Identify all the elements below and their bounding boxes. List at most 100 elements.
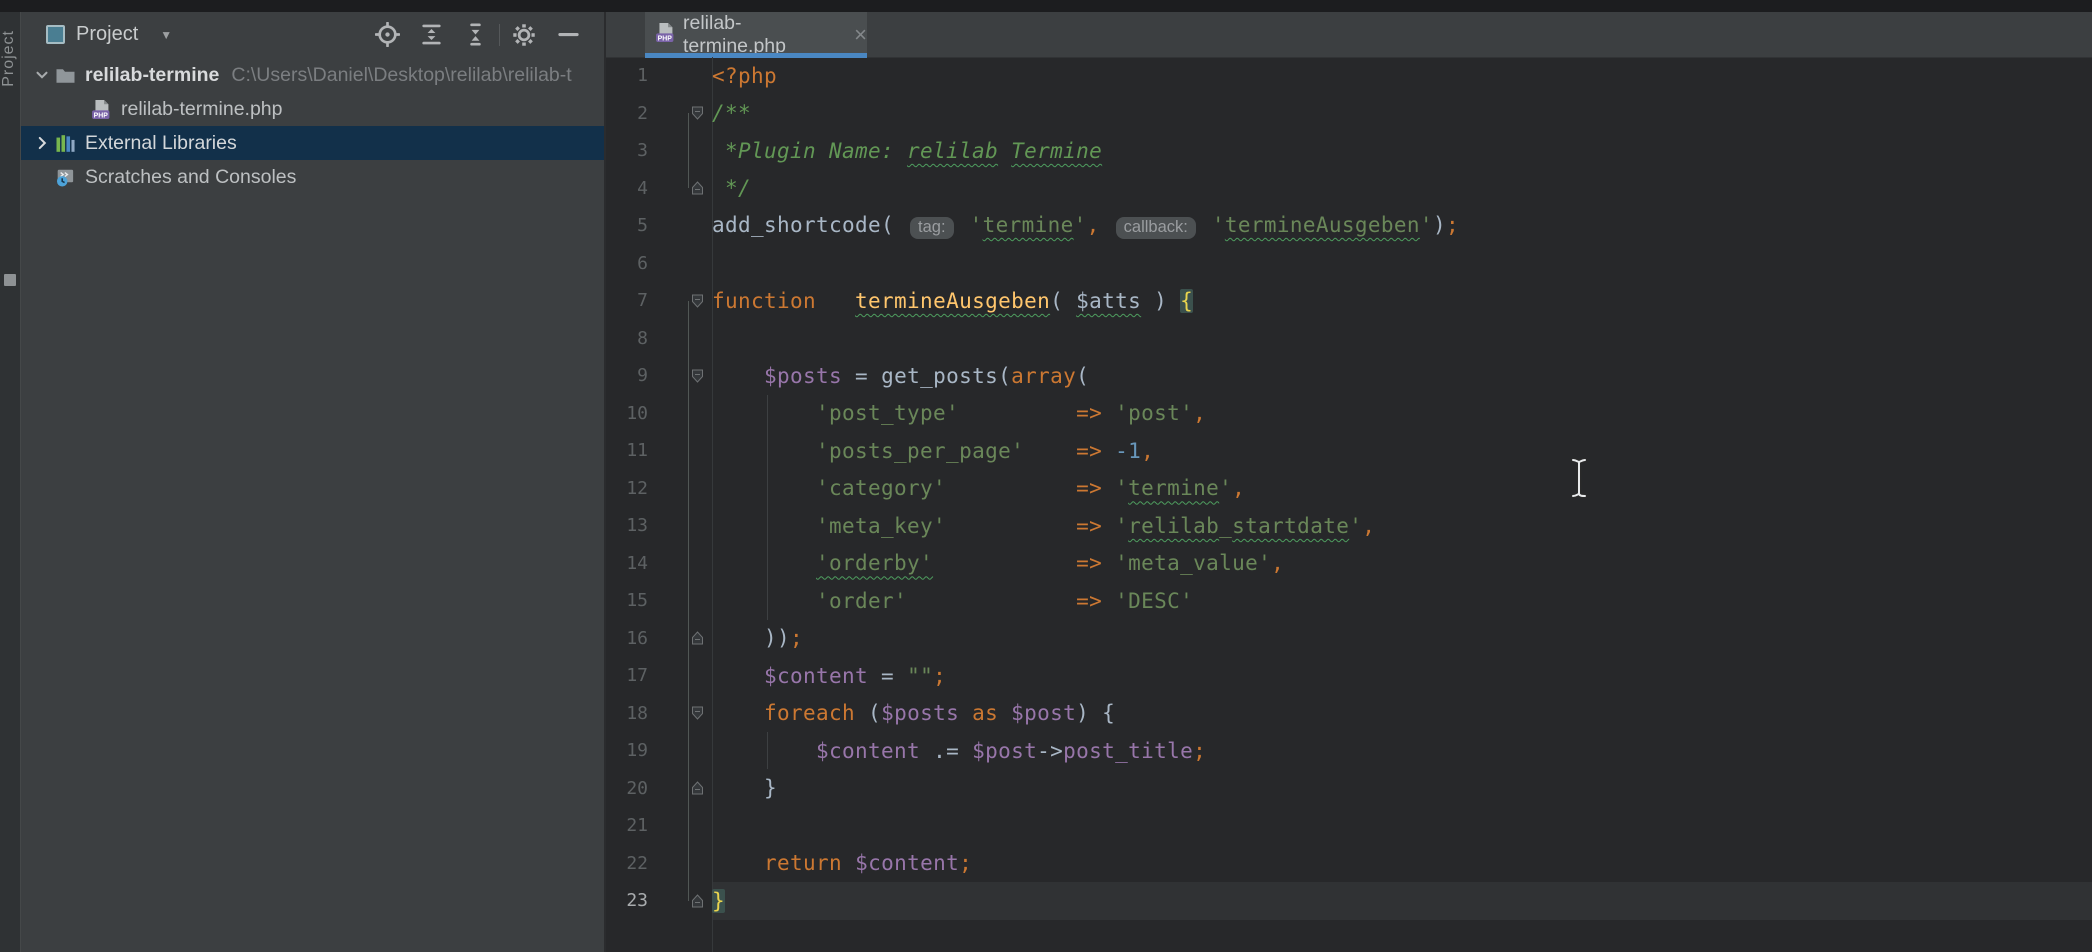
collapse-all-icon[interactable] [453,20,497,50]
project-view-icon [46,25,65,44]
editor-pane: PHP relilab-termine.php × 1<?php2/**3 *P… [606,12,2092,952]
settings-gear-icon[interactable] [502,20,546,50]
code-text: } [712,889,725,913]
fold-open-icon[interactable] [691,106,704,121]
tree-item-path: C:\Users\Daniel\Desktop\relilab\relilab-… [231,64,571,87]
hide-panel-minus-icon[interactable] [546,20,590,50]
code-line-17[interactable]: 17 $content = ""; [606,657,2092,695]
php-file-icon: PHP [91,99,121,120]
tree-item-external-libraries[interactable]: External Libraries [21,126,604,160]
tree-item-relilab-termine-php[interactable]: PHPrelilab-termine.php [21,92,604,126]
fold-open-icon[interactable] [691,706,704,721]
code-text: 'orderby' => 'meta_value', [712,551,1284,575]
tree-item-label: relilab-termine [85,64,219,87]
project-panel-toolbar [365,20,590,50]
close-icon[interactable]: × [854,24,867,46]
code-editor-surface[interactable]: 1<?php2/**3 *Plugin Name: relilab Termin… [606,57,2092,952]
gutter-fold-column [648,807,712,845]
code-line-7[interactable]: 7function termineAusgeben( $atts ) { [606,282,2092,320]
code-line-11[interactable]: 11 'posts_per_page' => -1, [606,432,2092,470]
code-line-15[interactable]: 15 'order' => 'DESC' [606,582,2092,620]
code-text: foreach ($posts as $post) { [712,701,1115,725]
code-line-5[interactable]: 5add_shortcode( tag: 'termine', callback… [606,207,2092,245]
code-line-12[interactable]: 12 'category' => 'termine', [606,470,2092,508]
line-number: 11 [606,440,648,461]
code-line-14[interactable]: 14 'orderby' => 'meta_value', [606,545,2092,583]
code-line-23[interactable]: 23} [606,882,2092,920]
gutter-fold-column [648,732,712,770]
gutter-fold-column [648,320,712,358]
code-line-20[interactable]: 20 } [606,770,2092,808]
code-text: return $content; [712,851,972,875]
code-line-22[interactable]: 22 return $content; [606,845,2092,883]
gutter-fold-column [648,545,712,583]
line-number: 3 [606,140,648,161]
tool-window-stripe: Project [0,12,21,952]
line-number: 12 [606,478,648,499]
code-text: *Plugin Name: relilab Termine [712,139,1102,163]
gutter-fold-column [648,845,712,883]
scratches-icon [55,168,85,187]
gutter-fold-column [648,207,712,245]
fold-close-icon[interactable] [691,893,704,908]
code-line-21[interactable]: 21 [606,807,2092,845]
tool-window-square-icon[interactable] [4,274,16,286]
stripe-project-tab[interactable]: Project [0,30,20,87]
chevron-down-icon[interactable] [29,66,55,84]
libraries-icon [55,134,85,153]
code-line-1[interactable]: 1<?php [606,57,2092,95]
gutter-fold-column [648,507,712,545]
code-text: $content .= $post->post_title; [712,739,1206,763]
expand-all-icon[interactable] [409,20,453,50]
line-number: 18 [606,703,648,724]
line-number: 15 [606,590,648,611]
fold-open-icon[interactable] [691,293,704,308]
locate-icon[interactable] [365,20,409,50]
fold-open-icon[interactable] [691,368,704,383]
fold-close-icon[interactable] [691,181,704,196]
tree-item-relilab-termine[interactable]: relilab-termine C:\Users\Daniel\Desktop\r… [21,58,604,92]
code-text: */ [712,176,751,200]
code-line-3[interactable]: 3 *Plugin Name: relilab Termine [606,132,2092,170]
code-text: $posts = get_posts(array( [712,364,1089,388]
tree-item-label: Scratches and Consoles [85,166,296,189]
code-line-4[interactable]: 4 */ [606,170,2092,208]
code-line-8[interactable]: 8 [606,320,2092,358]
project-panel-title[interactable]: Project [76,23,138,46]
gutter-fold-column [648,357,712,395]
code-line-19[interactable]: 19 $content .= $post->post_title; [606,732,2092,770]
code-line-9[interactable]: 9 $posts = get_posts(array( [606,357,2092,395]
chevron-right-icon[interactable] [29,134,55,152]
svg-text:PHP: PHP [658,35,673,42]
gutter-fold-column [648,770,712,808]
gutter-fold-column [648,882,712,920]
fold-close-icon[interactable] [691,781,704,796]
gutter-fold-column [648,695,712,733]
line-number: 16 [606,628,648,649]
line-number: 6 [606,253,648,274]
code-line-16[interactable]: 16 )); [606,620,2092,658]
line-number: 23 [606,890,648,911]
editor-tab-bar: PHP relilab-termine.php × [606,12,2092,58]
gutter-fold-column [648,132,712,170]
code-text: <?php [712,64,777,88]
tree-item-scratches-and-consoles[interactable]: Scratches and Consoles [21,160,604,194]
gutter-fold-column [648,470,712,508]
line-number: 14 [606,553,648,574]
code-line-13[interactable]: 13 'meta_key' => 'relilab_startdate', [606,507,2092,545]
gutter-fold-column [648,95,712,133]
code-line-6[interactable]: 6 [606,245,2092,283]
tree-item-label: relilab-termine.php [121,98,283,121]
line-number: 7 [606,290,648,311]
fold-close-icon[interactable] [691,631,704,646]
line-number: 5 [606,215,648,236]
project-tree: relilab-termine C:\Users\Daniel\Desktop\r… [21,58,604,194]
code-text: $content = ""; [712,664,946,688]
code-line-18[interactable]: 18 foreach ($posts as $post) { [606,695,2092,733]
ide-window: Project Project ▼ relilab-termine C:\User… [0,0,2092,952]
gutter-fold-column [648,620,712,658]
tab-relilab-termine-php[interactable]: PHP relilab-termine.php × [645,12,867,57]
code-line-2[interactable]: 2/** [606,95,2092,133]
chevron-down-icon[interactable]: ▼ [160,28,172,42]
code-line-10[interactable]: 10 'post_type' => 'post', [606,395,2092,433]
